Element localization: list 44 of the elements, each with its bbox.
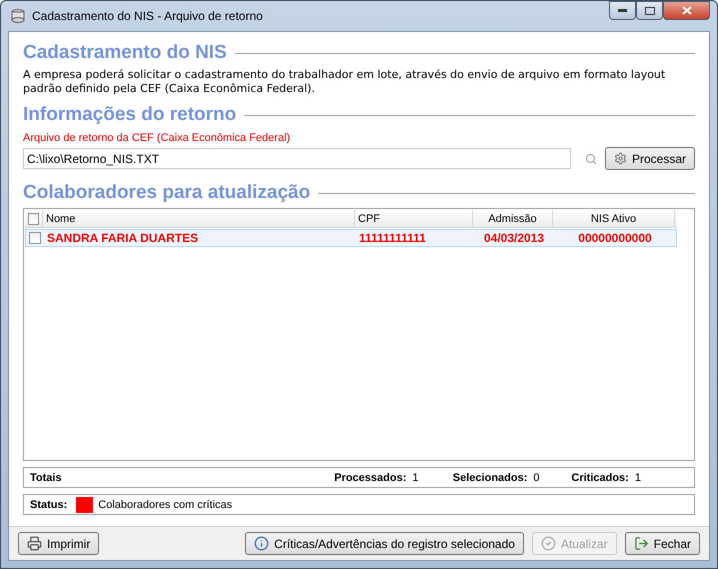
app-icon: [10, 8, 26, 24]
table-cell-text: 04/03/2013: [482, 230, 546, 246]
total-label: Selecionados:: [452, 472, 528, 484]
column-header[interactable]: Admissão: [473, 210, 553, 227]
close-button[interactable]: Fechar: [624, 532, 700, 555]
column-header[interactable]: NIS Ativo: [553, 210, 675, 227]
total-value: 1: [412, 472, 418, 484]
total-label: Processados:: [334, 472, 406, 484]
table-cell-text: 11111111111: [358, 230, 427, 246]
window-title: Cadastramento do NIS - Arquivo de retorno: [32, 9, 263, 23]
table-row[interactable]: SANDRA FARIA DUARTES 11111111111 04/03/2013 00000000000: [25, 229, 677, 247]
exit-door-icon: [634, 536, 649, 551]
legend-text: Colaboradores com críticas: [98, 498, 232, 510]
field-label: Arquivo de retorno da CEF (Caixa Econômica Federal): [23, 132, 292, 144]
maximize-button[interactable]: [636, 1, 663, 20]
print-button[interactable]: Imprimir: [18, 532, 100, 555]
description-text: A empresa poderá solicitar o cadastramento do trabalhador em lote, através do envio de arquivo em formato layout padrão definido pela CEF (Caixa Econômica Federal).: [23, 68, 666, 96]
gear-icon: [614, 151, 627, 166]
check-circle-icon: [540, 536, 556, 551]
column-header[interactable]: CPF: [355, 210, 473, 227]
maximize-icon: [644, 6, 654, 14]
printer-icon: [27, 536, 42, 551]
info-button[interactable]: Críticas/Advertências do registro selecionado: [245, 532, 524, 555]
table-cell-text: 00000000000: [577, 230, 653, 246]
total-value: 0: [533, 472, 540, 484]
section-heading: Colaboradores para atualização: [23, 182, 310, 204]
minimize-icon: [618, 9, 627, 12]
search-icon[interactable]: [585, 152, 597, 164]
total-value: 1: [634, 472, 641, 484]
minimize-button[interactable]: [609, 1, 636, 20]
totals-label: Totais: [30, 472, 63, 484]
close-icon: [682, 6, 692, 15]
total-label: Criticados:: [571, 472, 629, 484]
select-all-checkbox[interactable]: [28, 212, 39, 224]
column-header[interactable]: Nome: [43, 210, 355, 227]
status-label: Status:: [30, 498, 68, 510]
file-path-field[interactable]: C:\lixo\Retorno_NIS.TXT: [23, 148, 572, 169]
info-icon: [254, 536, 270, 551]
process-button[interactable]: Processar: [605, 147, 695, 170]
table-cell-text: SANDRA FARIA DUARTES: [46, 230, 200, 246]
section-heading: Informações do retorno: [23, 104, 236, 126]
section-heading: Cadastramento do NIS: [23, 42, 227, 64]
row-checkbox[interactable]: [29, 232, 41, 244]
close-button[interactable]: [663, 1, 710, 20]
